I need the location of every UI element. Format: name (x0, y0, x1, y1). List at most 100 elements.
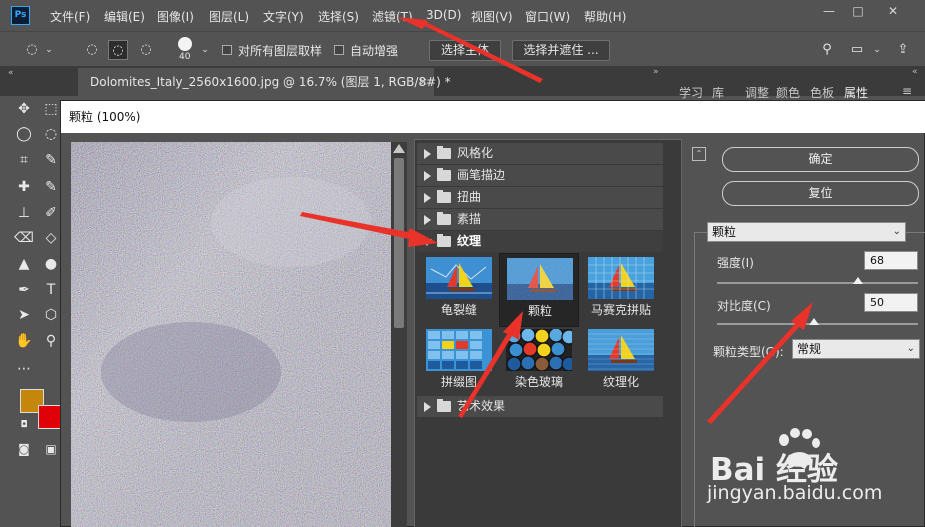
shape-tool-icon[interactable]: ⬡ (40, 304, 62, 326)
workspace-icon[interactable]: ▭ (847, 40, 867, 60)
menu-window[interactable]: 窗口(W) (525, 8, 570, 25)
panel-collapse-icon[interactable]: » (653, 67, 659, 77)
category-texture[interactable]: 纹理 (417, 231, 663, 252)
close-window-button[interactable]: ✕ (880, 2, 906, 20)
collapse-gallery-icon[interactable]: ⌃ (692, 147, 706, 161)
brush-preview-icon[interactable] (178, 37, 192, 51)
intensity-slider-thumb[interactable] (853, 277, 863, 284)
blur-tool-icon[interactable]: ▲ (13, 253, 35, 275)
intensity-input[interactable]: 68 (864, 251, 918, 270)
menu-layer[interactable]: 图层(L) (209, 8, 249, 25)
quick-mask-icon[interactable]: ◙ (13, 438, 35, 460)
background-color-swatch[interactable] (38, 405, 62, 429)
filter-thumb-mosaic-tiles[interactable]: 马赛克拼贴 (581, 253, 661, 327)
history-brush-tool-icon[interactable]: ✐ (40, 202, 62, 224)
filter-thumb-stained-glass[interactable]: 染色玻璃 (499, 325, 579, 399)
document-close-icon[interactable]: × (419, 68, 428, 96)
brush-chevron-icon[interactable]: ⌄ (198, 40, 212, 60)
panel-expand-icon[interactable]: « (912, 67, 918, 77)
workspace-chevron-icon[interactable]: ⌄ (870, 40, 884, 60)
preview-scrollbar[interactable] (391, 142, 407, 527)
tab-color[interactable]: 颜色 (776, 84, 800, 101)
tab-learn[interactable]: 学习 (679, 84, 703, 101)
tab-swatches[interactable]: 色板 (810, 84, 834, 101)
tool-preset-chevron-icon[interactable]: ⌄ (42, 40, 56, 60)
intensity-slider-track[interactable] (717, 282, 918, 284)
menu-filter[interactable]: 滤镜(T) (372, 8, 413, 25)
share-icon[interactable]: ⇪ (893, 40, 913, 60)
minimize-button[interactable]: — (816, 2, 842, 20)
pen-tool-icon[interactable]: ✒ (13, 279, 35, 301)
gallery-scrollbar[interactable] (665, 140, 681, 527)
sample-all-layers-checkbox[interactable] (222, 45, 232, 55)
category-sketch[interactable]: 素描 (417, 209, 663, 230)
type-tool-icon[interactable]: T (40, 279, 62, 301)
tab-properties[interactable]: 属性 (844, 84, 868, 101)
edit-toolbar-icon[interactable]: ⋯ (13, 358, 35, 380)
ok-button[interactable]: 确定 (722, 147, 919, 172)
grain-type-select[interactable]: 常规 ⌄ (792, 339, 920, 359)
menu-select[interactable]: 选择(S) (318, 8, 359, 25)
filter-select[interactable]: 颗粒 ⌄ (707, 222, 906, 242)
collapse-toolbar-icon[interactable]: « (8, 68, 14, 78)
quick-selection-tool-icon-2[interactable]: ◌ (40, 123, 62, 145)
search-icon[interactable]: ⚲ (817, 40, 837, 60)
reset-button[interactable]: 复位 (722, 181, 919, 206)
collapse-arrow-icon (422, 239, 432, 246)
paint-bucket-tool-icon[interactable]: ◇ (40, 227, 62, 249)
hand-tool-icon[interactable]: ✋ (13, 330, 35, 352)
new-selection-icon[interactable]: ◌ (82, 40, 102, 60)
default-colors-icon[interactable]: ◘ (13, 414, 35, 436)
category-stylize[interactable]: 风格化 (417, 143, 663, 164)
scroll-up-arrow-icon[interactable] (393, 144, 405, 153)
eraser-tool-icon[interactable]: ⌫ (13, 227, 35, 249)
maximize-button[interactable]: □ (845, 2, 871, 20)
filter-thumb-grain[interactable]: 颗粒 (499, 253, 579, 327)
lasso-tool-icon[interactable]: ◯ (13, 123, 35, 145)
category-label: 扭曲 (457, 190, 482, 204)
healing-brush-tool-icon[interactable]: ✚ (13, 176, 35, 198)
screen-mode-icon[interactable]: ▣ (40, 438, 62, 460)
contrast-slider-thumb[interactable] (809, 318, 819, 325)
category-artistic[interactable]: 艺术效果 (417, 396, 663, 417)
filter-thumb-label: 拼缀图 (440, 375, 477, 389)
menu-help[interactable]: 帮助(H) (584, 8, 626, 25)
contrast-input[interactable]: 50 (864, 293, 918, 312)
preview-scroll-thumb[interactable] (394, 158, 404, 328)
tab-adjustments[interactable]: 调整 (745, 84, 769, 101)
marquee-tool-icon[interactable]: ⬚ (40, 98, 62, 120)
menu-view[interactable]: 视图(V) (471, 8, 513, 25)
mosaic-tiles-thumbnail (588, 257, 654, 299)
menu-edit[interactable]: 编辑(E) (104, 8, 145, 25)
filter-thumb-craquelure[interactable]: 龟裂缝 (419, 253, 499, 327)
document-tab[interactable]: Dolomites_Italy_2560x1600.jpg @ 16.7% (图… (78, 68, 451, 96)
auto-enhance-checkbox[interactable] (334, 45, 344, 55)
zoom-tool-icon[interactable]: ⚲ (40, 330, 62, 352)
toolbar: ✥ ⬚ ◯ ◌ ⌗ ✎ ✚ ✎ ⊥ ✐ ⌫ ◇ ▲ ● ✒ T ➤ ⬡ ✋ ⚲ … (0, 96, 62, 527)
move-tool-icon[interactable]: ✥ (13, 98, 35, 120)
options-bar: ◌ ⌄ ◌ ◌ ◌ 40 ⌄ 对所有图层取样 自动增强 选择主体 选择并遮住 .… (0, 31, 925, 66)
sample-all-layers-label: 对所有图层取样 (238, 44, 323, 58)
path-selection-tool-icon[interactable]: ➤ (13, 304, 35, 326)
subtract-from-selection-icon[interactable]: ◌ (136, 40, 156, 60)
quick-selection-tool-icon[interactable]: ◌ (22, 40, 42, 60)
eyedropper-tool-icon[interactable]: ✎ (40, 149, 62, 171)
filter-thumb-patchwork[interactable]: 拼缀图 (419, 325, 499, 399)
dodge-tool-icon[interactable]: ● (40, 253, 62, 275)
category-brush-strokes[interactable]: 画笔描边 (417, 165, 663, 186)
brush-tool-icon[interactable]: ✎ (40, 176, 62, 198)
select-and-mask-button[interactable]: 选择并遮住 ... (512, 40, 610, 61)
category-distort[interactable]: 扭曲 (417, 187, 663, 208)
crop-tool-icon[interactable]: ⌗ (13, 149, 35, 171)
clone-stamp-tool-icon[interactable]: ⊥ (13, 202, 35, 224)
menu-image[interactable]: 图像(I) (157, 8, 194, 25)
tab-libraries[interactable]: 库 (712, 84, 724, 101)
menu-file[interactable]: 文件(F) (50, 8, 90, 25)
select-subject-button[interactable]: 选择主体 (429, 40, 501, 61)
panel-menu-icon[interactable]: ≡ (902, 84, 912, 98)
menu-3d[interactable]: 3D(D) (426, 8, 461, 22)
menu-type[interactable]: 文字(Y) (263, 8, 304, 25)
add-to-selection-icon[interactable]: ◌ (108, 40, 128, 60)
filter-preview[interactable] (71, 142, 391, 527)
filter-thumb-texturizer[interactable]: 纹理化 (581, 325, 661, 399)
